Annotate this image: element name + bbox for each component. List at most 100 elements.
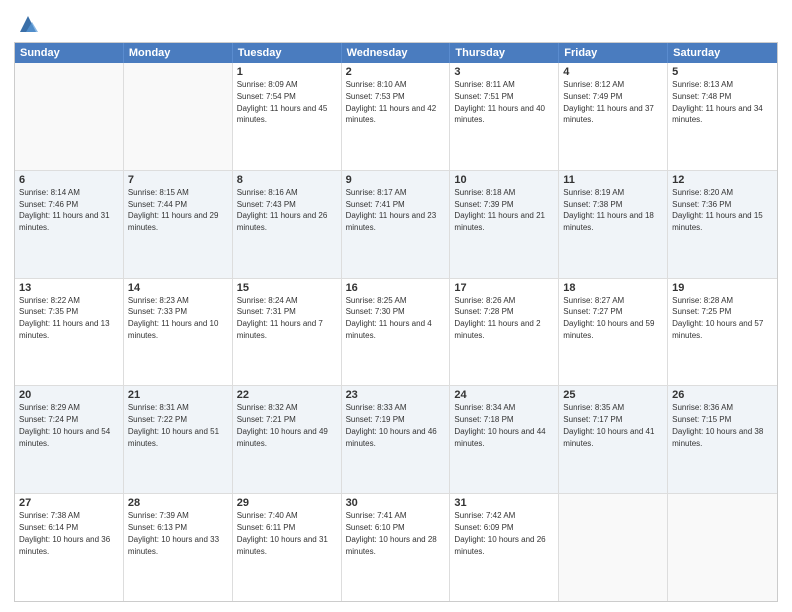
calendar-cell: 11Sunrise: 8:19 AM Sunset: 7:38 PM Dayli… <box>559 171 668 278</box>
calendar-cell: 28 Sunrise: 7:39 AM Sunset: 6:13 PM Dayli… <box>124 494 233 601</box>
day-details: Sunrise: 8:34 AM Sunset: 7:18 PM Dayligh… <box>454 403 545 447</box>
day-number: 14 <box>128 282 228 294</box>
calendar-cell: 24 Sunrise: 8:34 AM Sunset: 7:18 PM Dayli… <box>450 386 559 493</box>
day-number: 19 <box>672 282 773 294</box>
day-number: 5 <box>672 66 773 78</box>
day-details: Sunrise: 8:25 AM Sunset: 7:30 PM Dayligh… <box>346 296 432 340</box>
day-details: Sunrise: 8:22 AM Sunset: 7:35 PM Dayligh… <box>19 296 110 340</box>
day-details: Sunrise: 8:27 AM Sunset: 7:27 PM Dayligh… <box>563 296 654 340</box>
calendar-cell: 4 Sunrise: 8:12 AM Sunset: 7:49 PM Daylig… <box>559 63 668 170</box>
calendar-body: 1 Sunrise: 8:09 AM Sunset: 7:54 PM Daylig… <box>15 63 777 601</box>
day-number: 30 <box>346 497 446 509</box>
day-details: Sunrise: 7:41 AM Sunset: 6:10 PM Dayligh… <box>346 511 437 555</box>
calendar-day-header: Friday <box>559 43 668 63</box>
calendar-cell: 15 Sunrise: 8:24 AM Sunset: 7:31 PM Dayli… <box>233 279 342 386</box>
calendar-cell: 21 Sunrise: 8:31 AM Sunset: 7:22 PM Dayli… <box>124 386 233 493</box>
day-number: 1 <box>237 66 337 78</box>
calendar-row: 13 Sunrise: 8:22 AM Sunset: 7:35 PM Dayli… <box>15 278 777 386</box>
calendar-cell: 14 Sunrise: 8:23 AM Sunset: 7:33 PM Dayli… <box>124 279 233 386</box>
day-details: Sunrise: 8:15 AM Sunset: 7:44 PM Dayligh… <box>128 188 219 232</box>
calendar-cell: 3 Sunrise: 8:11 AM Sunset: 7:51 PM Daylig… <box>450 63 559 170</box>
day-number: 24 <box>454 389 554 401</box>
calendar-cell: 2Sunrise: 8:10 AM Sunset: 7:53 PM Daylig… <box>342 63 451 170</box>
day-details: Sunrise: 8:14 AM Sunset: 7:46 PM Dayligh… <box>19 188 110 232</box>
calendar-day-header: Sunday <box>15 43 124 63</box>
day-details: Sunrise: 8:33 AM Sunset: 7:19 PM Dayligh… <box>346 403 437 447</box>
day-details: Sunrise: 8:29 AM Sunset: 7:24 PM Dayligh… <box>19 403 110 447</box>
calendar-row: 1 Sunrise: 8:09 AM Sunset: 7:54 PM Daylig… <box>15 63 777 170</box>
day-details: Sunrise: 7:39 AM Sunset: 6:13 PM Dayligh… <box>128 511 219 555</box>
day-details: Sunrise: 8:18 AM Sunset: 7:39 PM Dayligh… <box>454 188 545 232</box>
calendar-cell: 12 Sunrise: 8:20 AM Sunset: 7:36 PM Dayli… <box>668 171 777 278</box>
day-number: 7 <box>128 174 228 186</box>
calendar-cell: 25Sunrise: 8:35 AM Sunset: 7:17 PM Dayli… <box>559 386 668 493</box>
calendar-cell: 7 Sunrise: 8:15 AM Sunset: 7:44 PM Daylig… <box>124 171 233 278</box>
calendar-cell: 30 Sunrise: 7:41 AM Sunset: 6:10 PM Dayli… <box>342 494 451 601</box>
day-number: 11 <box>563 174 663 186</box>
day-details: Sunrise: 8:17 AM Sunset: 7:41 PM Dayligh… <box>346 188 437 232</box>
day-details: Sunrise: 8:26 AM Sunset: 7:28 PM Dayligh… <box>454 296 540 340</box>
day-number: 22 <box>237 389 337 401</box>
calendar-cell: 18 Sunrise: 8:27 AM Sunset: 7:27 PM Dayli… <box>559 279 668 386</box>
calendar-cell: 19 Sunrise: 8:28 AM Sunset: 7:25 PM Dayli… <box>668 279 777 386</box>
day-number: 23 <box>346 389 446 401</box>
day-details: Sunrise: 8:31 AM Sunset: 7:22 PM Dayligh… <box>128 403 219 447</box>
day-number: 13 <box>19 282 119 294</box>
calendar-cell: 16 Sunrise: 8:25 AM Sunset: 7:30 PM Dayli… <box>342 279 451 386</box>
day-number: 6 <box>19 174 119 186</box>
day-number: 4 <box>563 66 663 78</box>
calendar-cell: 31 Sunrise: 7:42 AM Sunset: 6:09 PM Dayli… <box>450 494 559 601</box>
calendar-cell: 17 Sunrise: 8:26 AM Sunset: 7:28 PM Dayli… <box>450 279 559 386</box>
day-number: 17 <box>454 282 554 294</box>
calendar-day-header: Thursday <box>450 43 559 63</box>
calendar-cell: 10 Sunrise: 8:18 AM Sunset: 7:39 PM Dayli… <box>450 171 559 278</box>
day-details: Sunrise: 8:24 AM Sunset: 7:31 PM Dayligh… <box>237 296 323 340</box>
logo <box>14 14 40 36</box>
calendar-cell: 1 Sunrise: 8:09 AM Sunset: 7:54 PM Daylig… <box>233 63 342 170</box>
day-details: Sunrise: 7:38 AM Sunset: 6:14 PM Dayligh… <box>19 511 110 555</box>
calendar-cell: 29 Sunrise: 7:40 AM Sunset: 6:11 PM Dayli… <box>233 494 342 601</box>
day-details: Sunrise: 8:28 AM Sunset: 7:25 PM Dayligh… <box>672 296 763 340</box>
day-number: 26 <box>672 389 773 401</box>
calendar-day-header: Tuesday <box>233 43 342 63</box>
day-number: 16 <box>346 282 446 294</box>
calendar-cell: 20 Sunrise: 8:29 AM Sunset: 7:24 PM Dayli… <box>15 386 124 493</box>
day-number: 20 <box>19 389 119 401</box>
day-details: Sunrise: 8:36 AM Sunset: 7:15 PM Dayligh… <box>672 403 763 447</box>
calendar-cell <box>559 494 668 601</box>
day-number: 3 <box>454 66 554 78</box>
day-details: Sunrise: 8:12 AM Sunset: 7:49 PM Dayligh… <box>563 80 654 124</box>
day-number: 31 <box>454 497 554 509</box>
day-number: 29 <box>237 497 337 509</box>
day-details: Sunrise: 8:11 AM Sunset: 7:51 PM Dayligh… <box>454 80 545 124</box>
day-number: 15 <box>237 282 337 294</box>
day-details: Sunrise: 8:20 AM Sunset: 7:36 PM Dayligh… <box>672 188 763 232</box>
calendar-cell: 26 Sunrise: 8:36 AM Sunset: 7:15 PM Dayli… <box>668 386 777 493</box>
day-number: 2 <box>346 66 446 78</box>
day-number: 27 <box>19 497 119 509</box>
day-details: Sunrise: 8:13 AM Sunset: 7:48 PM Dayligh… <box>672 80 763 124</box>
day-number: 21 <box>128 389 228 401</box>
day-details: Sunrise: 7:42 AM Sunset: 6:09 PM Dayligh… <box>454 511 545 555</box>
day-details: Sunrise: 8:16 AM Sunset: 7:43 PM Dayligh… <box>237 188 328 232</box>
calendar-day-header: Saturday <box>668 43 777 63</box>
calendar-cell: 23 Sunrise: 8:33 AM Sunset: 7:19 PM Dayli… <box>342 386 451 493</box>
calendar-cell: 6 Sunrise: 8:14 AM Sunset: 7:46 PM Daylig… <box>15 171 124 278</box>
day-number: 10 <box>454 174 554 186</box>
day-details: Sunrise: 8:09 AM Sunset: 7:54 PM Dayligh… <box>237 80 328 124</box>
day-number: 9 <box>346 174 446 186</box>
calendar-cell: 13 Sunrise: 8:22 AM Sunset: 7:35 PM Dayli… <box>15 279 124 386</box>
calendar-day-header: Wednesday <box>342 43 451 63</box>
calendar-row: 20 Sunrise: 8:29 AM Sunset: 7:24 PM Dayli… <box>15 385 777 493</box>
calendar-row: 6 Sunrise: 8:14 AM Sunset: 7:46 PM Daylig… <box>15 170 777 278</box>
calendar-cell: 9 Sunrise: 8:17 AM Sunset: 7:41 PM Daylig… <box>342 171 451 278</box>
calendar-row: 27 Sunrise: 7:38 AM Sunset: 6:14 PM Dayli… <box>15 493 777 601</box>
day-number: 18 <box>563 282 663 294</box>
day-number: 28 <box>128 497 228 509</box>
calendar-header: SundayMondayTuesdayWednesdayThursdayFrid… <box>15 43 777 63</box>
day-details: Sunrise: 7:40 AM Sunset: 6:11 PM Dayligh… <box>237 511 328 555</box>
day-details: Sunrise: 8:23 AM Sunset: 7:33 PM Dayligh… <box>128 296 219 340</box>
calendar: SundayMondayTuesdayWednesdayThursdayFrid… <box>14 42 778 602</box>
day-number: 12 <box>672 174 773 186</box>
calendar-cell <box>124 63 233 170</box>
